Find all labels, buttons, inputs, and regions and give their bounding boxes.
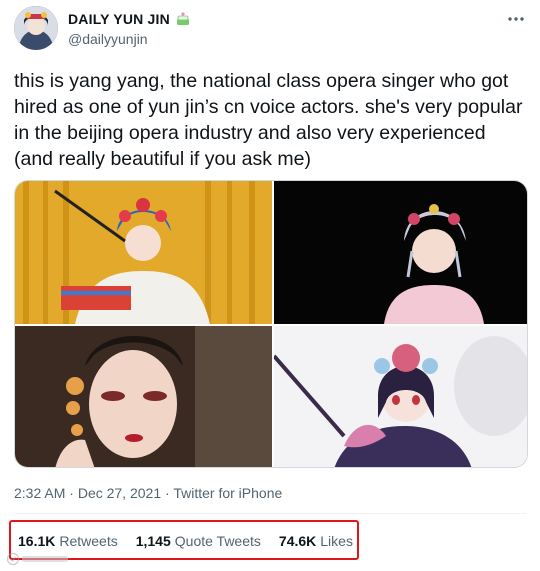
media-image-2[interactable] [274, 181, 527, 324]
meta-separator: · [65, 485, 78, 501]
opera-stage-image [15, 181, 272, 324]
media-image-1[interactable] [15, 181, 272, 324]
tweet-time[interactable]: 2:32 AM [14, 485, 65, 501]
tweet-stats: 16.1K Retweets 1,145 Quote Tweets 74.6K … [18, 533, 353, 549]
avatar-image [14, 6, 58, 50]
tweet-text: this is yang yang, the national class op… [14, 70, 523, 170]
display-name[interactable]: DAILY YUN JIN [68, 11, 170, 27]
retweets-count: 16.1K [18, 533, 56, 549]
user-handle[interactable]: @dailyyunjin [68, 31, 148, 47]
quote-tweets-stat[interactable]: 1,145 Quote Tweets [136, 533, 261, 549]
opera-makeup-image [15, 326, 272, 467]
more-options-icon[interactable] [506, 12, 526, 26]
name-row: DAILY YUN JIN [68, 11, 191, 27]
retweets-stat[interactable]: 16.1K Retweets [18, 533, 118, 549]
tweet-card: DAILY YUN JIN @dailyyunjin this is yang … [0, 0, 540, 569]
quote-tweets-label: Quote Tweets [174, 533, 261, 549]
likes-stat[interactable]: 74.6K Likes [279, 533, 353, 549]
tweet-date[interactable]: Dec 27, 2021 [78, 485, 161, 501]
yun-jin-character-image [274, 326, 527, 467]
likes-label: Likes [320, 533, 353, 549]
tweet-source[interactable]: Twitter for iPhone [173, 485, 282, 501]
likes-count: 74.6K [278, 533, 317, 549]
media-image-4[interactable] [274, 326, 527, 467]
watermark-logo [6, 552, 72, 566]
meta-separator-2: · [161, 485, 174, 501]
cake-icon [175, 11, 191, 27]
avatar[interactable] [14, 6, 58, 50]
divider [14, 513, 526, 514]
media-grid [14, 180, 528, 468]
media-image-3[interactable] [15, 326, 272, 467]
quote-tweets-count: 1,145 [135, 533, 171, 549]
retweets-label: Retweets [59, 533, 118, 549]
tweet-meta: 2:32 AM · Dec 27, 2021 · Twitter for iPh… [14, 485, 282, 501]
opera-portrait-image [274, 181, 527, 324]
